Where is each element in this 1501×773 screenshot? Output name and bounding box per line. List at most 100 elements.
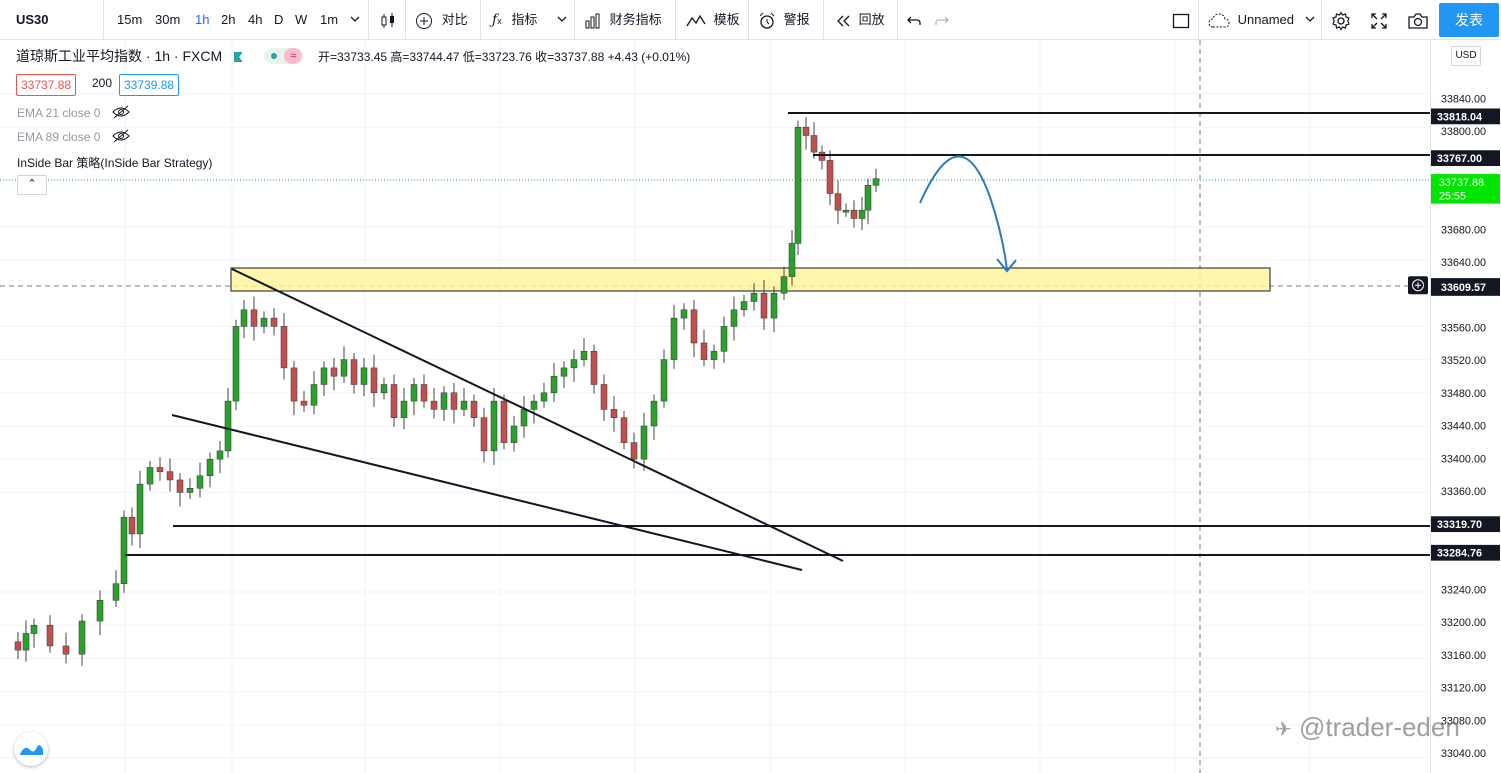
bid-price-box[interactable]: 33737.88 (16, 74, 77, 96)
alert-button[interactable]: 警报 (758, 0, 810, 39)
toolbar-divider (897, 0, 898, 39)
axis-tick-label: 33200.00 (1441, 617, 1486, 629)
symbol-search[interactable]: US30 (16, 0, 49, 39)
add-alert-plus-icon[interactable] (1408, 276, 1428, 295)
current-price-label: 33737.88 (1439, 177, 1484, 189)
candle (156, 457, 164, 481)
candle (128, 507, 136, 546)
ema21-indicator[interactable]: EMA 21 close 0 (17, 105, 130, 120)
interval-15m[interactable]: 15m (117, 0, 142, 39)
collapse-legend-button[interactable]: ⌃ (17, 175, 47, 195)
candle (530, 394, 538, 424)
candle (440, 386, 448, 422)
candle (22, 620, 30, 662)
fullscreen-icon[interactable] (1370, 0, 1388, 39)
candle-style-icon[interactable] (379, 0, 397, 39)
candle (660, 349, 668, 408)
candle (740, 294, 748, 317)
candle (320, 361, 328, 397)
ema89-indicator[interactable]: EMA 89 close 0 (17, 129, 130, 144)
axis-tick-label: 33440.00 (1441, 421, 1486, 433)
candle (490, 387, 498, 466)
camera-icon[interactable] (1407, 0, 1429, 39)
level-price-label: 33767.00 (1437, 153, 1482, 165)
interval-d[interactable]: D (274, 0, 283, 39)
candle (510, 416, 518, 452)
spread-value: 200 (92, 76, 113, 90)
redo-icon[interactable] (934, 0, 950, 39)
indicators-dropdown-icon[interactable] (557, 0, 567, 39)
replay-label: 回放 (858, 12, 885, 27)
toolbar-divider (675, 0, 676, 39)
candle (340, 346, 348, 383)
indicators-button[interactable]: ƒx 指标 (492, 0, 537, 39)
candle (112, 570, 120, 607)
toolbar-divider (823, 0, 824, 39)
candle (680, 303, 688, 330)
axis-tick-label: 33160.00 (1441, 650, 1486, 662)
tradingview-logo[interactable] (14, 732, 48, 766)
replay-button[interactable]: 回放 (835, 0, 885, 39)
layout-dropdown-icon[interactable] (1305, 0, 1315, 39)
toolbar-divider (1198, 0, 1199, 39)
layout-icon[interactable] (1172, 0, 1190, 39)
ema21-label: EMA 21 close 0 (17, 106, 101, 120)
settings-gear-icon[interactable] (1331, 0, 1351, 39)
candle (710, 344, 718, 369)
candle (176, 473, 184, 507)
candle (700, 329, 708, 367)
interval-4h[interactable]: 4h (248, 0, 262, 39)
layout-name-button[interactable]: Unnamed (1208, 0, 1294, 39)
candle (864, 178, 872, 225)
candle (136, 470, 144, 549)
strategy-label[interactable]: InSide Bar 策略(InSide Bar Strategy) (17, 154, 212, 171)
candle (390, 374, 398, 427)
candle (872, 168, 880, 192)
candle (186, 478, 194, 500)
templates-label: 模板 (713, 12, 740, 27)
axis-tick-label: 33680.00 (1441, 224, 1486, 236)
ask-price-box[interactable]: 33739.88 (119, 74, 180, 96)
interval-dropdown-icon[interactable] (350, 0, 360, 39)
market-status-toggle[interactable]: ≈ (264, 48, 303, 64)
legend-title[interactable]: 道琼斯工业平均指数 · 1h · FXCM (16, 48, 222, 64)
toolbar-divider (368, 0, 369, 39)
candle (120, 510, 128, 593)
candle (670, 304, 678, 369)
axis-tick-label: 33840.00 (1441, 93, 1486, 105)
candle (146, 460, 154, 491)
price-axis[interactable]: 33840.00 33800.00 33680.00 33640.00 33560.00… (1430, 40, 1501, 773)
candle (30, 618, 38, 648)
interval-1m[interactable]: 1m (320, 0, 338, 39)
currency-label[interactable]: USD (1451, 46, 1481, 66)
interval-30m[interactable]: 30m (155, 0, 180, 39)
hidden-eye-icon (112, 129, 130, 143)
publish-button[interactable]: 发表 (1439, 3, 1499, 37)
candle (330, 357, 338, 391)
axis-tick-label: 33040.00 (1441, 748, 1486, 760)
chart-pane[interactable] (0, 40, 1430, 773)
toolbar-divider (405, 0, 406, 39)
weibo-icon: ✈ (1275, 719, 1292, 741)
cloud-icon (1208, 13, 1230, 28)
alert-label: 警报 (783, 12, 810, 27)
financials-button[interactable]: 财务指标 (584, 0, 662, 39)
axis-tick-label: 33480.00 (1441, 388, 1486, 400)
candle (640, 412, 648, 471)
compare-button[interactable]: 对比 (415, 0, 468, 39)
alarm-clock-icon (759, 12, 775, 29)
templates-button[interactable]: 模板 (686, 0, 740, 39)
ema89-label: EMA 89 close 0 (17, 130, 101, 144)
undo-icon[interactable] (906, 0, 922, 39)
toolbar-divider (748, 0, 749, 39)
candle (650, 394, 658, 441)
axis-tick-label: 33120.00 (1441, 683, 1486, 695)
candle (480, 407, 488, 463)
level-price-label: 33818.04 (1437, 111, 1482, 123)
interval-1h[interactable]: 1h (195, 0, 209, 39)
toolbar-divider (574, 0, 575, 39)
candle (794, 120, 802, 256)
interval-w[interactable]: W (295, 0, 307, 39)
candle (46, 615, 54, 653)
interval-2h[interactable]: 2h (221, 0, 235, 39)
